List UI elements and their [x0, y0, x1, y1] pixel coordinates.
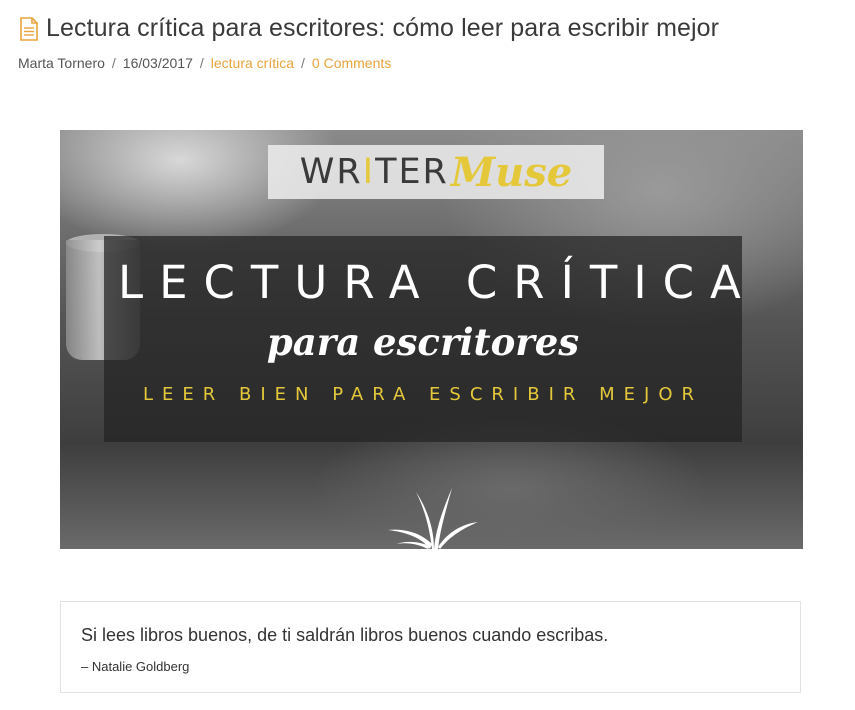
post-header: Lectura crítica para escritores: cómo le… — [18, 14, 848, 71]
post-meta: Marta Tornero / 16/03/2017 / lectura crítica… — [18, 55, 848, 71]
meta-separator: / — [199, 55, 204, 71]
hero-text-box: LECTURA CRÍTICA para escritores LEER BIE… — [104, 236, 742, 442]
meta-separator: / — [301, 55, 305, 71]
comments-link[interactable]: 0 Comments — [312, 55, 391, 71]
logo-writer-text: WRITER — [299, 152, 449, 192]
hero-heading: LECTURA CRÍTICA — [118, 256, 757, 309]
writermuse-logo: WRITER Muse — [268, 145, 604, 199]
blockquote: Si lees libros buenos, de ti saldrán lib… — [60, 601, 801, 693]
title-row: Lectura crítica para escritores: cómo le… — [18, 14, 848, 43]
post-title[interactable]: Lectura crítica para escritores: cómo le… — [46, 14, 719, 43]
quote-author: – Natalie Goldberg — [81, 659, 190, 674]
category-link[interactable]: lectura crítica — [211, 55, 294, 71]
quote-text: Si lees libros buenos, de ti saldrán lib… — [81, 625, 609, 645]
featured-image: WRITER Muse LECTURA CRÍTICA para escritor… — [60, 130, 803, 549]
logo-muse-text: Muse — [450, 148, 573, 196]
document-icon — [18, 16, 40, 41]
hero-subheading: para escritores — [266, 320, 580, 364]
plant-icon — [388, 488, 478, 549]
post-author[interactable]: Marta Tornero — [18, 55, 105, 71]
post-date: 16/03/2017 — [122, 55, 193, 71]
hero-tagline: LEER BIEN PARA ESCRIBIR MEJOR — [142, 384, 703, 405]
meta-separator: / — [111, 55, 116, 71]
